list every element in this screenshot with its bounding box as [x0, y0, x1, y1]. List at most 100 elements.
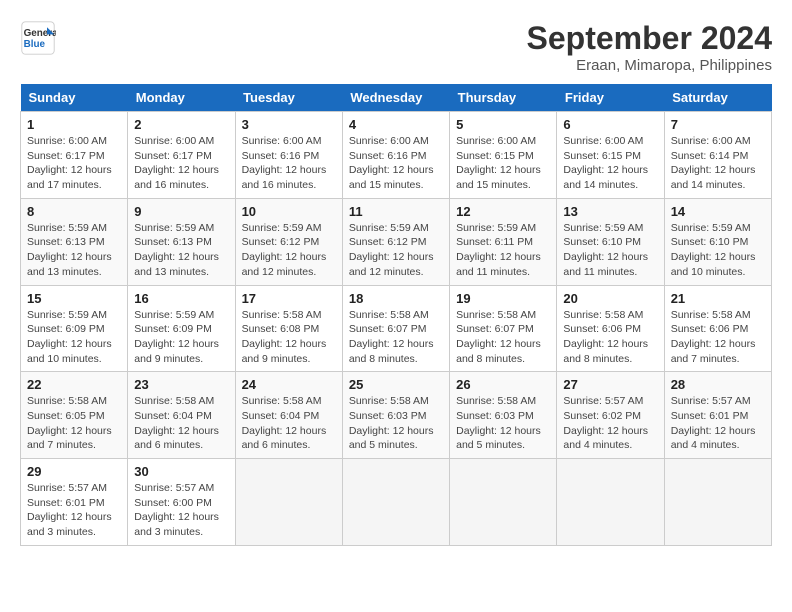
calendar-table: SundayMondayTuesdayWednesdayThursdayFrid…	[20, 84, 772, 546]
weekday-header-friday: Friday	[557, 84, 664, 112]
day-info: Sunrise: 5:58 AM Sunset: 6:03 PM Dayligh…	[349, 394, 443, 453]
day-info: Sunrise: 5:59 AM Sunset: 6:11 PM Dayligh…	[456, 221, 550, 280]
day-info: Sunrise: 6:00 AM Sunset: 6:17 PM Dayligh…	[134, 134, 228, 193]
weekday-header-tuesday: Tuesday	[235, 84, 342, 112]
day-number: 25	[349, 377, 443, 392]
calendar-cell: 10 Sunrise: 5:59 AM Sunset: 6:12 PM Dayli…	[235, 198, 342, 285]
day-number: 2	[134, 117, 228, 132]
day-number: 12	[456, 204, 550, 219]
day-info: Sunrise: 5:58 AM Sunset: 6:06 PM Dayligh…	[671, 308, 765, 367]
calendar-cell: 20Sunrise: 5:58 AM Sunset: 6:06 PM Dayli…	[557, 285, 664, 372]
day-info: Sunrise: 5:59 AM Sunset: 6:13 PM Dayligh…	[27, 221, 121, 280]
calendar-cell: 14 Sunrise: 5:59 AM Sunset: 6:10 PM Dayli…	[664, 198, 771, 285]
weekday-header-thursday: Thursday	[450, 84, 557, 112]
day-number: 1	[27, 117, 121, 132]
day-info: Sunrise: 5:58 AM Sunset: 6:07 PM Dayligh…	[456, 308, 550, 367]
day-info: Sunrise: 6:00 AM Sunset: 6:17 PM Dayligh…	[27, 134, 121, 193]
day-info: Sunrise: 5:58 AM Sunset: 6:07 PM Dayligh…	[349, 308, 443, 367]
day-info: Sunrise: 5:57 AM Sunset: 6:00 PM Dayligh…	[134, 481, 228, 540]
calendar-cell: 27 Sunrise: 5:57 AM Sunset: 6:02 PM Dayli…	[557, 372, 664, 459]
week-row-2: 8 Sunrise: 5:59 AM Sunset: 6:13 PM Daylig…	[21, 198, 772, 285]
day-number: 28	[671, 377, 765, 392]
day-number: 6	[563, 117, 657, 132]
day-number: 10	[242, 204, 336, 219]
week-row-1: 1 Sunrise: 6:00 AM Sunset: 6:17 PM Daylig…	[21, 112, 772, 199]
day-info: Sunrise: 6:00 AM Sunset: 6:16 PM Dayligh…	[349, 134, 443, 193]
calendar-cell: 23 Sunrise: 5:58 AM Sunset: 6:04 PM Dayli…	[128, 372, 235, 459]
day-info: Sunrise: 5:59 AM Sunset: 6:12 PM Dayligh…	[242, 221, 336, 280]
calendar-cell: 18 Sunrise: 5:58 AM Sunset: 6:07 PM Dayli…	[342, 285, 449, 372]
calendar-cell: 7Sunrise: 6:00 AM Sunset: 6:14 PM Daylig…	[664, 112, 771, 199]
day-info: Sunrise: 6:00 AM Sunset: 6:15 PM Dayligh…	[456, 134, 550, 193]
calendar-cell: 21 Sunrise: 5:58 AM Sunset: 6:06 PM Dayli…	[664, 285, 771, 372]
week-row-5: 29Sunrise: 5:57 AM Sunset: 6:01 PM Dayli…	[21, 459, 772, 546]
calendar-cell: 1 Sunrise: 6:00 AM Sunset: 6:17 PM Daylig…	[21, 112, 128, 199]
day-info: Sunrise: 5:59 AM Sunset: 6:13 PM Dayligh…	[134, 221, 228, 280]
day-info: Sunrise: 5:59 AM Sunset: 6:09 PM Dayligh…	[27, 308, 121, 367]
day-number: 16	[134, 291, 228, 306]
calendar-cell: 28 Sunrise: 5:57 AM Sunset: 6:01 PM Dayli…	[664, 372, 771, 459]
calendar-cell: 2 Sunrise: 6:00 AM Sunset: 6:17 PM Daylig…	[128, 112, 235, 199]
calendar-cell: 4 Sunrise: 6:00 AM Sunset: 6:16 PM Daylig…	[342, 112, 449, 199]
day-number: 27	[563, 377, 657, 392]
calendar-cell: 17Sunrise: 5:58 AM Sunset: 6:08 PM Dayli…	[235, 285, 342, 372]
day-info: Sunrise: 6:00 AM Sunset: 6:15 PM Dayligh…	[563, 134, 657, 193]
calendar-cell: 25 Sunrise: 5:58 AM Sunset: 6:03 PM Dayli…	[342, 372, 449, 459]
day-number: 29	[27, 464, 121, 479]
month-title: September 2024	[527, 20, 772, 57]
day-number: 24	[242, 377, 336, 392]
day-number: 26	[456, 377, 550, 392]
calendar-cell: 3Sunrise: 6:00 AM Sunset: 6:16 PM Daylig…	[235, 112, 342, 199]
calendar-cell: 15 Sunrise: 5:59 AM Sunset: 6:09 PM Dayli…	[21, 285, 128, 372]
day-info: Sunrise: 6:00 AM Sunset: 6:14 PM Dayligh…	[671, 134, 765, 193]
day-number: 21	[671, 291, 765, 306]
calendar-cell	[342, 459, 449, 546]
calendar-cell: 16 Sunrise: 5:59 AM Sunset: 6:09 PM Dayli…	[128, 285, 235, 372]
calendar-cell: 29Sunrise: 5:57 AM Sunset: 6:01 PM Dayli…	[21, 459, 128, 546]
day-number: 5	[456, 117, 550, 132]
page-header: General Blue September 2024 Eraan, Mimar…	[20, 20, 772, 74]
calendar-cell: 19 Sunrise: 5:58 AM Sunset: 6:07 PM Dayli…	[450, 285, 557, 372]
calendar-cell	[664, 459, 771, 546]
day-info: Sunrise: 5:58 AM Sunset: 6:04 PM Dayligh…	[134, 394, 228, 453]
logo-icon: General Blue	[20, 20, 56, 56]
day-info: Sunrise: 5:59 AM Sunset: 6:10 PM Dayligh…	[671, 221, 765, 280]
calendar-cell: 6 Sunrise: 6:00 AM Sunset: 6:15 PM Daylig…	[557, 112, 664, 199]
day-number: 18	[349, 291, 443, 306]
calendar-cell: 5 Sunrise: 6:00 AM Sunset: 6:15 PM Daylig…	[450, 112, 557, 199]
day-info: Sunrise: 6:00 AM Sunset: 6:16 PM Dayligh…	[242, 134, 336, 193]
day-number: 14	[671, 204, 765, 219]
weekday-header-monday: Monday	[128, 84, 235, 112]
day-number: 23	[134, 377, 228, 392]
day-info: Sunrise: 5:58 AM Sunset: 6:05 PM Dayligh…	[27, 394, 121, 453]
calendar-cell	[235, 459, 342, 546]
week-row-3: 15 Sunrise: 5:59 AM Sunset: 6:09 PM Dayli…	[21, 285, 772, 372]
calendar-cell: 24Sunrise: 5:58 AM Sunset: 6:04 PM Dayli…	[235, 372, 342, 459]
day-number: 19	[456, 291, 550, 306]
day-info: Sunrise: 5:59 AM Sunset: 6:12 PM Dayligh…	[349, 221, 443, 280]
day-info: Sunrise: 5:58 AM Sunset: 6:06 PM Dayligh…	[563, 308, 657, 367]
day-number: 11	[349, 204, 443, 219]
day-info: Sunrise: 5:59 AM Sunset: 6:09 PM Dayligh…	[134, 308, 228, 367]
weekday-header-sunday: Sunday	[21, 84, 128, 112]
title-area: September 2024 Eraan, Mimaropa, Philippi…	[527, 20, 772, 74]
svg-text:Blue: Blue	[24, 39, 46, 50]
logo: General Blue	[20, 20, 56, 56]
day-number: 4	[349, 117, 443, 132]
location-title: Eraan, Mimaropa, Philippines	[527, 57, 772, 74]
day-info: Sunrise: 5:59 AM Sunset: 6:10 PM Dayligh…	[563, 221, 657, 280]
calendar-cell	[557, 459, 664, 546]
day-number: 15	[27, 291, 121, 306]
day-number: 8	[27, 204, 121, 219]
weekday-header-wednesday: Wednesday	[342, 84, 449, 112]
calendar-cell: 12 Sunrise: 5:59 AM Sunset: 6:11 PM Dayli…	[450, 198, 557, 285]
day-info: Sunrise: 5:58 AM Sunset: 6:03 PM Dayligh…	[456, 394, 550, 453]
calendar-cell: 9 Sunrise: 5:59 AM Sunset: 6:13 PM Daylig…	[128, 198, 235, 285]
day-info: Sunrise: 5:57 AM Sunset: 6:02 PM Dayligh…	[563, 394, 657, 453]
weekday-header-saturday: Saturday	[664, 84, 771, 112]
day-info: Sunrise: 5:57 AM Sunset: 6:01 PM Dayligh…	[671, 394, 765, 453]
weekday-header-row: SundayMondayTuesdayWednesdayThursdayFrid…	[21, 84, 772, 112]
calendar-cell: 11 Sunrise: 5:59 AM Sunset: 6:12 PM Dayli…	[342, 198, 449, 285]
day-number: 9	[134, 204, 228, 219]
day-number: 30	[134, 464, 228, 479]
